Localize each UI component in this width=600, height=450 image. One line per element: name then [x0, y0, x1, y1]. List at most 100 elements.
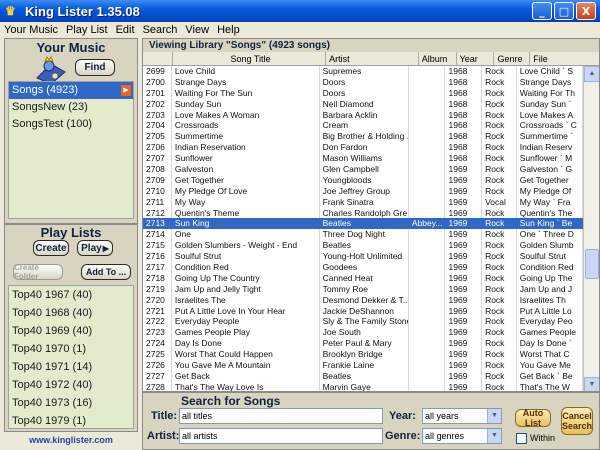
close-button[interactable]: X [576, 2, 596, 20]
chevron-down-icon[interactable]: ▼ [487, 429, 501, 443]
library-item-songsnew[interactable]: SongsNew (23) [9, 99, 133, 116]
table-row[interactable]: 2699 Love Child Supremes 1968 Rock Love Child… [143, 66, 583, 77]
table-row[interactable]: 2723 Games People Play Joe South 1969 Rock Ga… [143, 327, 583, 339]
table-row[interactable]: 2701 Waiting For The Sun Doors 1968 Rock Wait… [143, 87, 583, 99]
song-rows: 2699 Love Child Supremes 1968 Rock Love Child… [143, 66, 583, 391]
chevron-down-icon[interactable]: ▼ [487, 409, 501, 423]
create-button[interactable]: Create [33, 240, 69, 256]
auto-list-button[interactable]: Auto List [515, 408, 551, 428]
table-row[interactable]: 2726 You Gave Me A Mountain Frankie Laine 1… [143, 360, 583, 371]
column-header-number[interactable] [143, 52, 173, 65]
table-row[interactable]: 2703 Love Makes A Woman Barbara Acklin 1968… [143, 109, 583, 121]
play-list-item[interactable]: Top40 1967 (40) [9, 286, 133, 304]
table-row[interactable]: 2712 Quentin's Theme Charles Randolph Gre.… [143, 207, 583, 219]
artist-input[interactable]: all artists [179, 428, 383, 444]
cell-album [409, 207, 446, 219]
cell-genre: Rock [482, 229, 517, 241]
play-list-item[interactable]: Top40 1968 (40) [9, 304, 133, 322]
cell-song-title: Strange Days [172, 76, 320, 88]
cell-file: Games People [517, 327, 583, 339]
genre-select[interactable]: all genres ▼ [422, 428, 502, 444]
vertical-scrollbar[interactable]: ▲ ▼ [583, 66, 599, 391]
table-row[interactable]: 2706 Indian Reservation Don Fardon 1968 Rock… [143, 142, 583, 154]
cell-file: Jam Up and J [517, 283, 583, 295]
play-list-item[interactable]: Top40 1972 (40) [9, 376, 133, 394]
column-header-genre[interactable]: Genre [494, 52, 531, 65]
cell-album: Abbey... [409, 218, 446, 230]
table-row[interactable]: 2707 Sunflower Mason Williams 1968 Rock Sunfl… [143, 153, 583, 165]
year-label: Year: [389, 410, 416, 422]
table-row[interactable]: 2713 Sun King Beatles Abbey... 1969 Rock Sun K… [143, 218, 583, 230]
title-input[interactable]: all titles [179, 408, 383, 424]
cell-genre: Rock [482, 251, 517, 263]
play-list-item[interactable]: Top40 1971 (14) [9, 358, 133, 376]
column-header-artist[interactable]: Artist [326, 52, 419, 65]
table-row[interactable]: 2708 Galveston Glen Campbell 1969 Rock Galves… [143, 164, 583, 175]
cancel-search-button[interactable]: Cancel Search [561, 407, 593, 435]
play-arrow-icon[interactable]: ▶ [121, 85, 131, 96]
table-row[interactable]: 2720 Israelites The Desmond Dekker & T... 1… [143, 294, 583, 306]
table-row[interactable]: 2724 Day Is Done Peter Paul & Mary 1969 Rock… [143, 338, 583, 350]
play-list-item[interactable]: Top40 1970 (1) [9, 340, 133, 358]
cell-file: One ` Three D [517, 229, 583, 241]
table-row[interactable]: 2717 Condition Red Goodees 1969 Rock Conditio… [143, 262, 583, 273]
play-list-item[interactable]: Top40 1973 (16) [9, 394, 133, 412]
table-row[interactable]: 2728 That's The Way Love Is Marvin Gaye 196… [143, 381, 583, 391]
cell-genre: Rock [482, 327, 517, 339]
column-header-year[interactable]: Year [457, 52, 495, 65]
table-row[interactable]: 2705 Summertime Big Brother & Holding ... 1… [143, 131, 583, 143]
table-row[interactable]: 2702 Sunday Sun Neil Diamond 1968 Rock Sunday… [143, 98, 583, 110]
table-row[interactable]: 2721 Put A Little Love In Your Hear Jackie… [143, 305, 583, 317]
table-row[interactable]: 2700 Strange Days Doors 1968 Rock Strange Day… [143, 76, 583, 88]
library-item-songstest[interactable]: SongsTest (100) [9, 116, 133, 133]
find-button-label: Find [84, 62, 106, 73]
play-button[interactable]: Play ▶ [77, 240, 113, 256]
cell-album [409, 262, 446, 273]
cell-year: 1969 [445, 283, 483, 295]
menu-bar: Your Music Play List Edit Search View He… [0, 22, 600, 38]
scroll-up-icon[interactable]: ▲ [584, 66, 599, 82]
within-checkbox[interactable] [516, 433, 527, 444]
menu-help[interactable]: Help [213, 24, 244, 36]
create-folder-button[interactable]: Create Folder [13, 263, 63, 281]
cell-year: 1969 [445, 229, 483, 241]
table-row[interactable]: 2722 Everyday People Sly & The Family Ston… [143, 316, 583, 328]
title-bar: ♛ King Lister 1.35.08 _ □ X [0, 0, 600, 22]
table-row[interactable]: 2704 Crossroads Cream 1968 Rock Crossroads ` … [143, 120, 583, 132]
column-header-album[interactable]: Album [419, 52, 457, 65]
menu-play-list[interactable]: Play List [62, 24, 112, 36]
table-row[interactable]: 2711 My Way Frank Sinatra 1969 Vocal My Way `… [143, 196, 583, 208]
find-button[interactable]: Find [75, 59, 115, 76]
table-row[interactable]: 2727 Get Back Beatles 1969 Rock Get Back ` Be [143, 370, 583, 382]
scroll-down-icon[interactable]: ▼ [584, 377, 599, 391]
cell-genre: Rock [482, 349, 517, 361]
column-header-song-title[interactable]: Song Title [173, 52, 327, 65]
scroll-thumb[interactable] [585, 249, 599, 279]
minimize-button[interactable]: _ [532, 2, 552, 20]
menu-edit[interactable]: Edit [112, 24, 139, 36]
cell-song-title: Get Back [172, 370, 320, 382]
website-link[interactable]: www.kinglister.com [0, 435, 142, 445]
table-row[interactable]: 2719 Jam Up and Jelly Tight Tommy Roe 1969 R… [143, 283, 583, 295]
play-list-list: Top40 1967 (40) Top40 1968 (40) Top40 19… [8, 285, 134, 429]
table-row[interactable]: 2714 One Three Dog Night 1969 Rock One ` Thre… [143, 229, 583, 241]
menu-your-music[interactable]: Your Music [0, 24, 62, 36]
maximize-button[interactable]: □ [554, 2, 574, 20]
library-item-songs[interactable]: Songs (4923) ▶ [9, 82, 133, 99]
menu-view[interactable]: View [181, 24, 213, 36]
table-row[interactable]: 2716 Soulful Strut Young-Holt Unlimited 196… [143, 251, 583, 263]
year-select[interactable]: all years ▼ [422, 408, 502, 424]
table-row[interactable]: 2709 Get Together Youngbloods 1969 Rock Get T… [143, 174, 583, 186]
play-list-item[interactable]: Top40 1969 (40) [9, 322, 133, 340]
add-to-button[interactable]: Add To ... [81, 264, 131, 280]
table-row[interactable]: 2725 Worst That Could Happen Brooklyn Brid… [143, 349, 583, 361]
play-list-item[interactable]: Top40 1979 (1) [9, 412, 133, 430]
cell-number: 2718 [143, 272, 172, 284]
table-row[interactable]: 2710 My Pledge Of Love Joe Jeffrey Group 19… [143, 185, 583, 197]
column-header-file[interactable]: File [530, 52, 599, 65]
cell-number: 2711 [143, 196, 172, 208]
cell-year: 1969 [445, 349, 483, 361]
menu-search[interactable]: Search [139, 24, 182, 36]
table-row[interactable]: 2718 Going Up The Country Canned Heat 1969 R… [143, 272, 583, 284]
table-row[interactable]: 2715 Golden Slumbers - Weight - End Beatle… [143, 240, 583, 252]
